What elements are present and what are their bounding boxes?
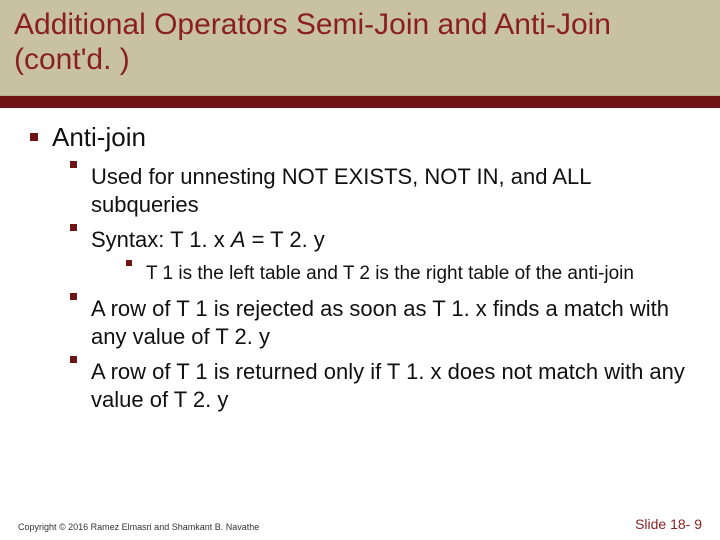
syntax-prefix: Syntax: T 1. x: [91, 227, 231, 252]
footer: Copyright © 2016 Ramez Elmasri and Shamk…: [0, 516, 720, 532]
bullet-text: Syntax: T 1. x A = T 2. y: [91, 226, 690, 254]
title-band: Additional Operators Semi-Join and Anti-…: [0, 0, 720, 96]
slide: Additional Operators Semi-Join and Anti-…: [0, 0, 720, 540]
bullet-level2: A row of T 1 is rejected as soon as T 1.…: [70, 295, 690, 350]
bullet-text: Used for unnesting NOT EXISTS, NOT IN, a…: [91, 163, 690, 218]
copyright-text: Copyright © 2016 Ramez Elmasri and Shamk…: [18, 522, 259, 532]
bullet-level2: A row of T 1 is returned only if T 1. x …: [70, 358, 690, 413]
syntax-italic: A: [231, 227, 246, 252]
bullet-icon: [70, 356, 77, 363]
syntax-suffix: = T 2. y: [246, 227, 325, 252]
bullet-text: T 1 is the left table and T 2 is the rig…: [146, 262, 690, 286]
bullet-text: A row of T 1 is rejected as soon as T 1.…: [91, 295, 690, 350]
bullet-icon: [70, 293, 77, 300]
bullet-text: Anti-join: [52, 122, 146, 153]
bullet-icon: [70, 161, 77, 168]
bullet-icon: [126, 260, 132, 266]
bullet-level2: Syntax: T 1. x A = T 2. y: [70, 226, 690, 254]
slide-number: Slide 18- 9: [635, 516, 702, 532]
bullet-text: A row of T 1 is returned only if T 1. x …: [91, 358, 690, 413]
bullet-icon: [30, 133, 38, 141]
bullet-level3: T 1 is the left table and T 2 is the rig…: [126, 262, 690, 286]
bullet-level1: Anti-join: [30, 122, 690, 153]
bullet-icon: [70, 224, 77, 231]
accent-bar: [0, 96, 720, 108]
bullet-level2: Used for unnesting NOT EXISTS, NOT IN, a…: [70, 163, 690, 218]
slide-body: Anti-join Used for unnesting NOT EXISTS,…: [0, 108, 720, 413]
slide-title: Additional Operators Semi-Join and Anti-…: [14, 8, 706, 77]
